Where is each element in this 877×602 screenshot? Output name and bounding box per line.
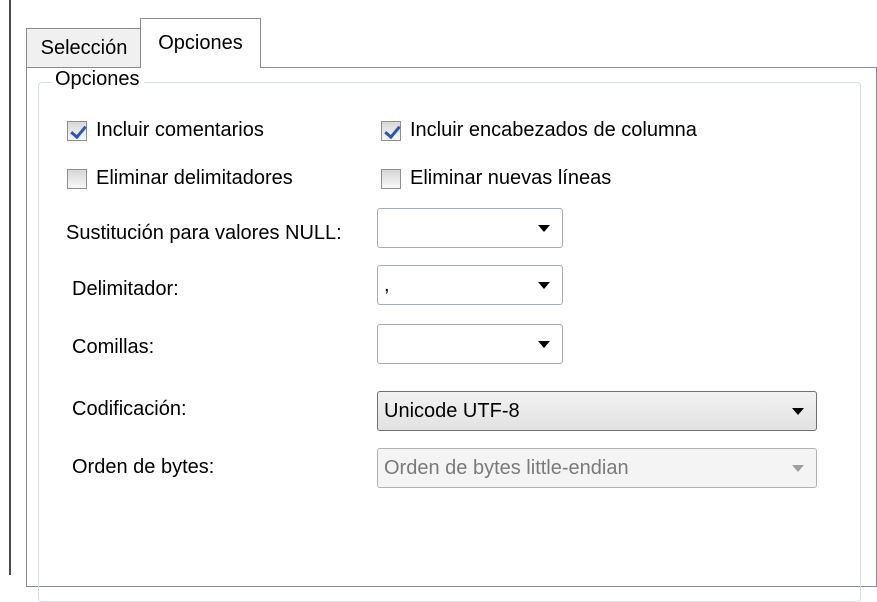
chevron-down-icon bbox=[538, 224, 550, 232]
remove-delimiters-label: Eliminar delimitadores bbox=[96, 167, 293, 189]
remove-newlines-label: Eliminar nuevas líneas bbox=[410, 167, 612, 189]
delimiter-combo[interactable]: , bbox=[377, 265, 563, 305]
include-headers-check-icon bbox=[381, 120, 401, 141]
remove-newlines-checkbox[interactable]: Eliminar nuevas líneas bbox=[381, 167, 611, 190]
remove-newlines-check-icon bbox=[381, 168, 401, 189]
include-headers-checkbox[interactable]: Incluir encabezados de columna bbox=[381, 119, 697, 142]
tab-seleccion[interactable]: Selección bbox=[26, 28, 142, 68]
include-headers-label: Incluir encabezados de columna bbox=[410, 119, 697, 141]
byte-order-label: Orden de bytes: bbox=[72, 456, 215, 478]
null-replacement-label: Sustitución para valores NULL: bbox=[66, 222, 342, 244]
include-comments-checkbox[interactable]: Incluir comentarios bbox=[67, 119, 264, 142]
tab-opciones[interactable]: Opciones bbox=[140, 18, 261, 68]
include-comments-check-icon bbox=[67, 120, 87, 141]
tab-strip: Selección Opciones bbox=[0, 0, 877, 68]
delimiter-value: , bbox=[384, 273, 390, 296]
encoding-combo[interactable]: Unicode UTF-8 bbox=[377, 391, 817, 431]
chevron-down-icon bbox=[538, 340, 550, 348]
delimiter-label: Delimitador: bbox=[72, 278, 179, 300]
tab-opciones-label: Opciones bbox=[158, 32, 243, 54]
tab-seleccion-label: Selección bbox=[40, 37, 128, 59]
encoding-value: Unicode UTF-8 bbox=[384, 399, 520, 422]
include-comments-label: Incluir comentarios bbox=[96, 119, 264, 141]
remove-delimiters-check-icon bbox=[67, 168, 87, 189]
byte-order-value: Orden de bytes little-endian bbox=[384, 456, 629, 479]
chevron-down-icon bbox=[792, 407, 804, 415]
chevron-down-icon bbox=[792, 464, 804, 472]
null-replacement-combo[interactable] bbox=[377, 208, 563, 248]
byte-order-combo: Orden de bytes little-endian bbox=[377, 448, 817, 488]
quotes-combo[interactable] bbox=[377, 324, 563, 364]
options-group-label: Opciones bbox=[51, 68, 144, 91]
window-left-border bbox=[9, 0, 11, 575]
quotes-label: Comillas: bbox=[72, 336, 155, 358]
remove-delimiters-checkbox[interactable]: Eliminar delimitadores bbox=[67, 167, 293, 190]
encoding-label: Codificación: bbox=[72, 398, 187, 420]
chevron-down-icon bbox=[538, 281, 550, 289]
